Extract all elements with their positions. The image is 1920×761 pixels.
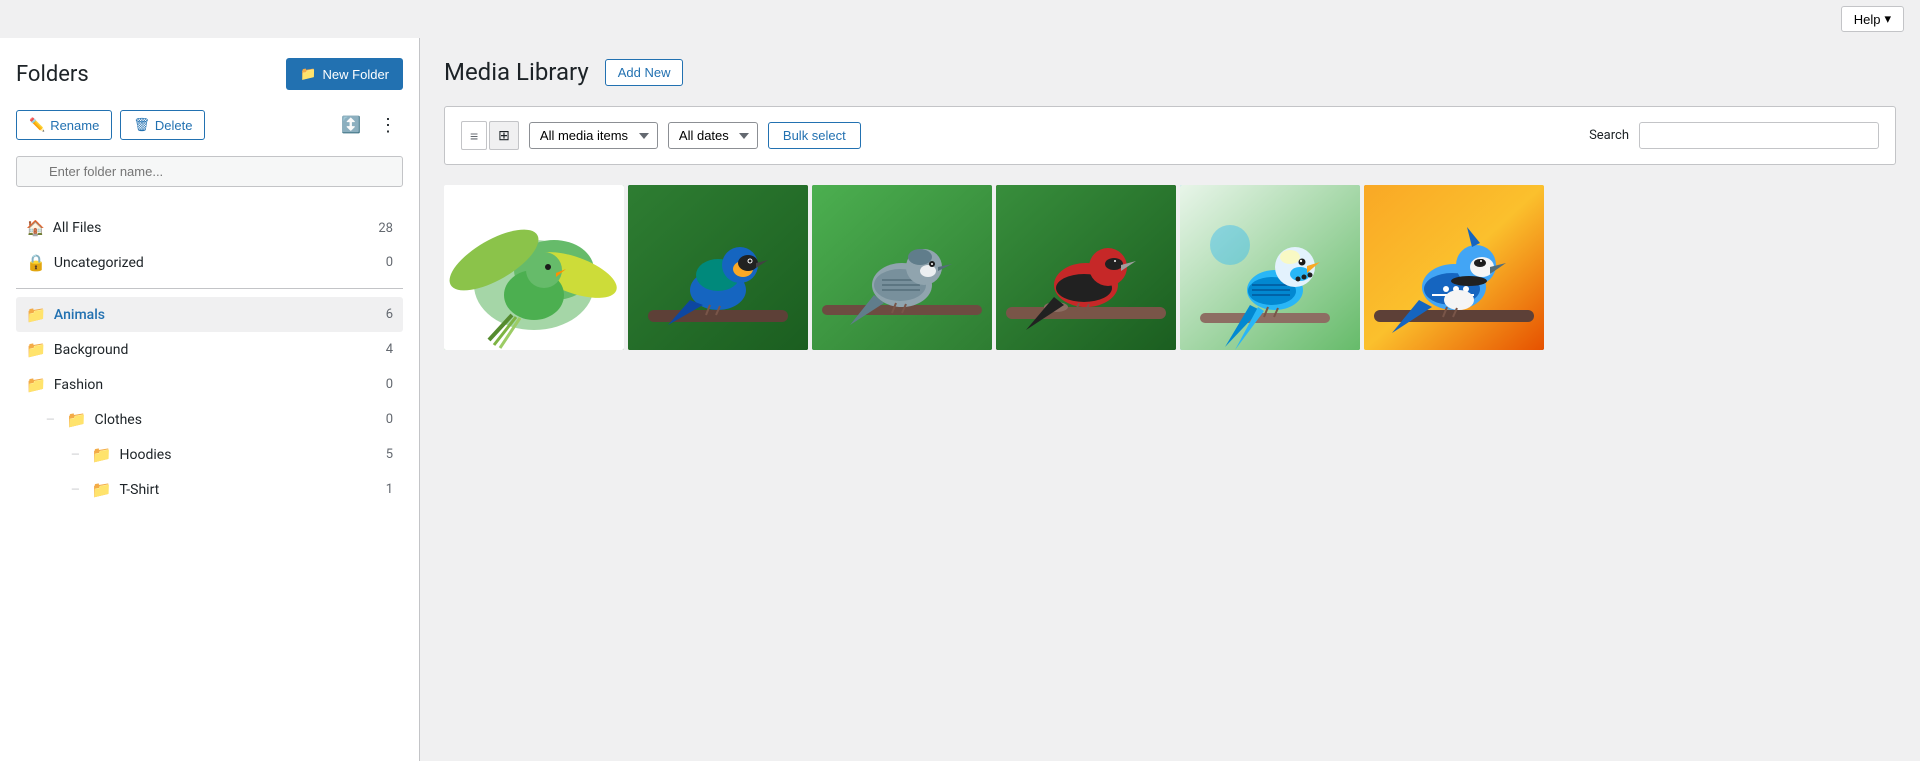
date-filter-select[interactable]: All dates [668,122,758,149]
folder-item-name: Animals [54,307,365,323]
folder-item-name: Uncategorized [54,255,365,271]
folder-item-name: Background [54,342,365,358]
home-icon: 🏠 [26,219,45,237]
page-title: Media Library [444,58,589,86]
folder-filled-icon: 📁 [92,445,112,464]
search-label: Search [1589,128,1629,143]
folder-list: 🏠 All Files 28 🔒 Uncategorized 0 📁 Anima… [16,211,403,507]
folder-item-name: Clothes [95,412,365,428]
grid-view-icon: ⊞ [498,127,510,143]
folder-item-count: 0 [373,412,393,427]
delete-label: Delete [155,118,193,133]
help-chevron-icon: ▾ [1884,11,1891,27]
sidebar-item-animals[interactable]: 📁 Animals 6 [16,297,403,332]
rename-button[interactable]: ✏️ Rename [16,110,112,140]
media-item[interactable] [1364,185,1544,350]
new-folder-button[interactable]: 📁 New Folder [286,58,403,90]
connector-line: — [46,413,55,426]
media-item[interactable] [628,185,808,350]
connector-line: — [71,448,80,461]
list-view-button[interactable]: ≡ [461,121,487,150]
folder-item-count: 6 [373,307,393,322]
media-item[interactable] [996,185,1176,350]
sort-icon: ↕️ [341,117,361,134]
content-header: Media Library Add New [444,58,1896,86]
folder-item-name: All Files [53,220,365,236]
more-icon: ⋮ [379,115,397,135]
folder-filled-icon: 📁 [92,480,112,499]
folder-name-input[interactable] [16,156,403,187]
media-item[interactable] [1180,185,1360,350]
folder-item-count: 1 [373,482,393,497]
media-item[interactable] [444,185,624,350]
media-item[interactable] [812,185,992,350]
folder-filled-icon: 📁 [26,340,46,359]
view-toggle: ≡ ⊞ [461,121,519,150]
more-options-button[interactable]: ⋮ [373,111,403,140]
grid-view-button[interactable]: ⊞ [489,121,519,150]
folder-outline-icon: 🔒 [26,253,46,272]
help-button[interactable]: Help ▾ [1841,6,1904,32]
rename-icon: ✏️ [29,117,45,133]
add-new-button[interactable]: Add New [605,59,684,86]
sidebar-item-all-files[interactable]: 🏠 All Files 28 [16,211,403,245]
folder-item-count: 4 [373,342,393,357]
sidebar-item-background[interactable]: 📁 Background 4 [16,332,403,367]
delete-button[interactable]: 🗑 Delete [120,110,205,140]
folder-item-count: 5 [373,447,393,462]
sidebar-title: Folders [16,62,89,87]
sidebar-item-tshirt[interactable]: — 📁 T-Shirt 1 [16,472,403,507]
folder-filled-icon: 📁 [26,305,46,324]
sidebar-item-fashion[interactable]: 📁 Fashion 0 [16,367,403,402]
sidebar-item-hoodies[interactable]: — 📁 Hoodies 5 [16,437,403,472]
new-folder-label: New Folder [323,67,389,82]
sort-button[interactable]: ↕️ [337,111,365,139]
top-bar: Help ▾ [0,0,1920,38]
filter-bar: ≡ ⊞ All media items All dates Bulk selec… [444,106,1896,165]
folder-item-count: 28 [373,221,393,236]
help-label: Help [1854,12,1881,27]
folder-item-name: Hoodies [120,447,365,463]
new-folder-icon: 📁 [300,66,316,82]
folder-item-count: 0 [373,255,393,270]
folder-filled-icon: 📁 [26,375,46,394]
sidebar-item-clothes[interactable]: — 📁 Clothes 0 [16,402,403,437]
sidebar-header: Folders 📁 New Folder [16,58,403,90]
connector-line: — [71,483,80,496]
list-view-icon: ≡ [470,128,478,144]
sidebar: Folders 📁 New Folder ✏️ Rename 🗑 Delete … [0,38,420,761]
content-area: Media Library Add New ≡ ⊞ All media item… [420,38,1920,761]
image-grid [444,185,1896,350]
rename-label: Rename [50,118,99,133]
search-input[interactable] [1639,122,1879,149]
sidebar-toolbar: ✏️ Rename 🗑 Delete ↕️ ⋮ [16,110,403,140]
main-layout: Folders 📁 New Folder ✏️ Rename 🗑 Delete … [0,38,1920,761]
media-filter-select[interactable]: All media items [529,122,658,149]
folder-item-count: 0 [373,377,393,392]
sidebar-item-uncategorized[interactable]: 🔒 Uncategorized 0 [16,245,403,280]
folder-item-name: T-Shirt [120,482,365,498]
folder-name-wrapper: 📁 [16,156,403,199]
folder-item-name: Fashion [54,377,365,393]
divider [16,288,403,289]
folder-filled-icon: 📁 [67,410,87,429]
delete-icon: 🗑 [133,117,150,133]
bulk-select-button[interactable]: Bulk select [768,122,861,149]
